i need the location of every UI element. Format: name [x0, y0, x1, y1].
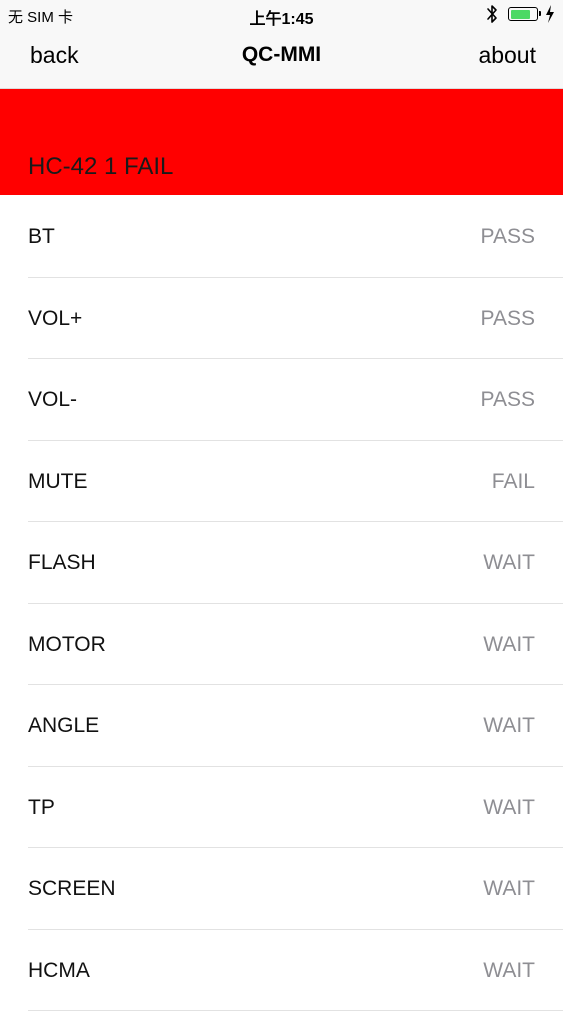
test-status: WAIT	[483, 959, 535, 983]
test-name: HCMA	[28, 959, 90, 983]
test-name: FLASH	[28, 551, 96, 575]
test-status: PASS	[481, 307, 535, 331]
test-row[interactable]: MUTE FAIL	[0, 441, 563, 523]
result-banner: HC-42 1 FAIL	[0, 89, 563, 195]
test-list: BT PASS VOL+ PASS VOL- PASS MUTE FAIL FL…	[0, 196, 563, 1011]
test-status: PASS	[481, 388, 535, 412]
test-status: WAIT	[483, 796, 535, 820]
test-row[interactable]: VOL- PASS	[0, 359, 563, 441]
battery-cap	[539, 11, 541, 16]
test-name: BT	[28, 225, 55, 249]
test-status: FAIL	[492, 470, 535, 494]
navigation-bar: back QC-MMI about	[0, 30, 563, 86]
result-text: HC-42 1 FAIL	[28, 153, 173, 181]
battery-icon	[508, 7, 538, 21]
test-status: WAIT	[483, 714, 535, 738]
test-name: MOTOR	[28, 633, 106, 657]
test-name: TP	[28, 796, 55, 820]
test-row[interactable]: HCMA WAIT	[0, 930, 563, 1011]
test-row[interactable]: SCREEN WAIT	[0, 848, 563, 930]
top-bar: 无 SIM 卡 上午1:45 back QC-MMI about	[0, 0, 563, 89]
test-name: SCREEN	[28, 877, 116, 901]
test-name: ANGLE	[28, 714, 99, 738]
charging-bolt-icon	[545, 5, 555, 28]
bluetooth-icon	[486, 4, 498, 29]
test-row[interactable]: ANGLE WAIT	[0, 685, 563, 767]
test-row[interactable]: BT PASS	[0, 196, 563, 278]
test-status: PASS	[481, 225, 535, 249]
status-time: 上午1:45	[0, 5, 563, 29]
status-bar: 无 SIM 卡 上午1:45	[0, 0, 563, 30]
test-name: MUTE	[28, 470, 88, 494]
test-row[interactable]: FLASH WAIT	[0, 522, 563, 604]
test-status: WAIT	[483, 551, 535, 575]
battery-level-fill	[511, 10, 531, 19]
test-row[interactable]: VOL+ PASS	[0, 278, 563, 360]
about-button[interactable]: about	[478, 42, 536, 69]
test-name: VOL-	[28, 388, 77, 412]
test-name: VOL+	[28, 307, 82, 331]
test-status: WAIT	[483, 633, 535, 657]
test-row[interactable]: TP WAIT	[0, 767, 563, 849]
test-row[interactable]: MOTOR WAIT	[0, 604, 563, 686]
test-status: WAIT	[483, 877, 535, 901]
